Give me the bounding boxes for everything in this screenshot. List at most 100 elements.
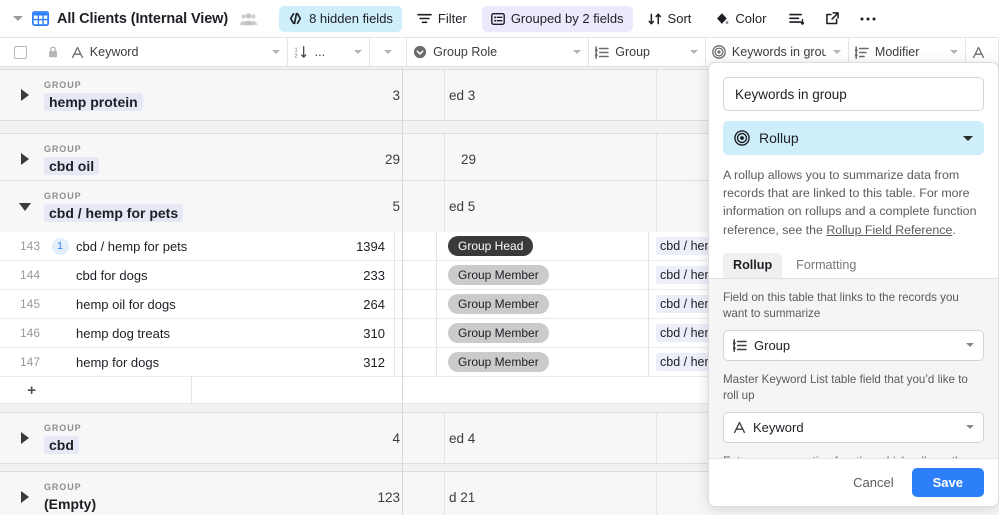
row-height-icon [789,12,804,26]
group-icon [490,12,505,26]
panel-tabs: Rollup Formatting [709,252,998,279]
group-count: 4 [392,430,400,446]
row-expand-cell[interactable] [46,319,74,347]
group-name: cbd oil [44,156,100,175]
cell-keyword[interactable]: cbd / hemp for pets [74,232,291,260]
cell-keyword[interactable]: hemp dog treats [74,319,291,347]
hidden-fields-button[interactable]: 8 hidden fields [279,5,402,32]
field-name-input[interactable] [723,77,984,111]
column-header-group[interactable]: Group [589,38,706,66]
share-view-button[interactable] [817,6,847,32]
triangle-down-icon [19,202,31,211]
chevron-down-icon [963,135,973,141]
cell-volume[interactable]: 310 [291,319,395,347]
cell-group-role[interactable]: Group Member [437,290,649,318]
status-badge: Group Member [448,294,549,314]
group-header-main[interactable]: GROUP cbd oil [0,134,348,184]
group-button[interactable]: Grouped by 2 fields [481,5,633,32]
column-header-keyword-label: Keyword [89,45,139,59]
cell-volume[interactable]: 1394 [291,232,395,260]
triangle-right-icon [21,491,29,503]
tab-formatting[interactable]: Formatting [786,253,866,278]
column-header-group-role[interactable]: Group Role [407,38,590,66]
row-expand-cell[interactable] [46,261,74,289]
group-secondary-count: ed 3 [444,70,656,120]
more-options-button[interactable] [853,6,883,32]
airtable-grid-app: All Clients (Internal View) 8 hidden fie… [0,0,999,515]
chevron-down-icon [966,425,974,430]
row-number: 146 [19,326,40,340]
panel-footer: Cancel Save [709,458,998,506]
cell-keyword[interactable]: cbd for dogs [74,261,291,289]
group-expand-toggle[interactable] [14,70,36,120]
cell-group-role[interactable]: Group Member [437,319,649,347]
column-header-keyword[interactable]: Keyword [65,38,288,66]
group-secondary-count: ed 5 [444,181,656,232]
group-kicker-label: GROUP [44,143,82,154]
cell-volume[interactable]: 233 [291,261,395,289]
group-header-main[interactable]: GROUP (Empty) [0,472,348,515]
row-expand-cell[interactable] [46,290,74,318]
group-expand-toggle[interactable] [14,413,36,463]
chevron-down-icon[interactable] [572,50,582,54]
cancel-button[interactable]: Cancel [843,469,903,496]
field-type-select[interactable]: Rollup [723,121,984,155]
group-expand-toggle[interactable] [14,134,36,184]
cell-volume[interactable]: 312 [291,348,395,376]
chevron-down-icon[interactable] [383,50,393,54]
group-collapse-toggle[interactable] [14,181,36,232]
row-expand-cell[interactable] [46,348,74,376]
save-button[interactable]: Save [911,468,984,497]
chevron-down-icon[interactable] [689,50,699,54]
group-kicker-label: GROUP [44,191,82,201]
row-expand-cell[interactable]: 1 [46,232,74,260]
field-type-label: Rollup [759,130,799,146]
select-all-checkbox[interactable] [0,38,41,66]
tab-rollup[interactable]: Rollup [723,252,783,278]
link-field-help: Field on this table that links to the re… [723,290,959,321]
svg-text:2: 2 [294,54,297,59]
status-badge: Group Head [448,236,534,256]
chevron-down-icon[interactable] [949,50,959,54]
column-header-spacer[interactable] [370,38,408,66]
group-kicker-label: GROUP [44,79,82,90]
group-header-main[interactable]: GROUP cbd [0,413,348,463]
group-spacer-cell [402,413,444,463]
chevron-down-icon[interactable] [353,50,363,54]
group-header-text: GROUP (Empty) [36,482,96,513]
chevron-down-icon[interactable] [832,50,842,54]
color-button[interactable]: Color [706,6,775,32]
cell-group-role[interactable]: Group Member [437,261,649,289]
column-header-volume[interactable]: 12 ... [288,38,370,66]
grid-view-icon[interactable] [32,10,49,27]
add-record-button[interactable]: + [0,382,46,399]
group-spacer-cell [402,472,444,515]
rollup-field-select[interactable]: Keyword [723,411,984,443]
column-header-group-role-label: Group Role [433,45,498,59]
status-badge: Group Member [448,323,549,343]
group-spacer-cell [402,181,444,232]
group-header-main[interactable]: GROUP cbd / hemp for pets [0,181,348,232]
checkbox-icon [13,45,27,59]
group-expand-toggle[interactable] [14,472,36,515]
group-header-main[interactable]: GROUP hemp protein [0,70,348,120]
column-header-modifier-label: Modifier [874,45,920,59]
link-record-icon [854,45,869,59]
view-sidebar-toggle[interactable] [8,5,28,33]
chevron-down-icon[interactable] [271,50,281,54]
cell-keyword[interactable]: hemp for dogs [74,348,291,376]
color-icon [715,12,729,26]
rollup-field-reference-link[interactable]: Rollup Field Reference [826,223,952,237]
group-spacer-cell [402,134,444,184]
group-count: 5 [392,199,400,214]
filter-button[interactable]: Filter [408,6,476,32]
people-icon[interactable] [240,12,258,26]
cell-group-role[interactable]: Group Head [437,232,649,260]
sort-button[interactable]: Sort [639,6,701,32]
cell-group-role[interactable]: Group Member [437,348,649,376]
link-field-select[interactable]: Group [723,329,984,361]
view-name[interactable]: All Clients (Internal View) [57,11,228,27]
row-height-button[interactable] [781,6,811,32]
cell-keyword[interactable]: hemp oil for dogs [74,290,291,318]
cell-volume[interactable]: 264 [291,290,395,318]
